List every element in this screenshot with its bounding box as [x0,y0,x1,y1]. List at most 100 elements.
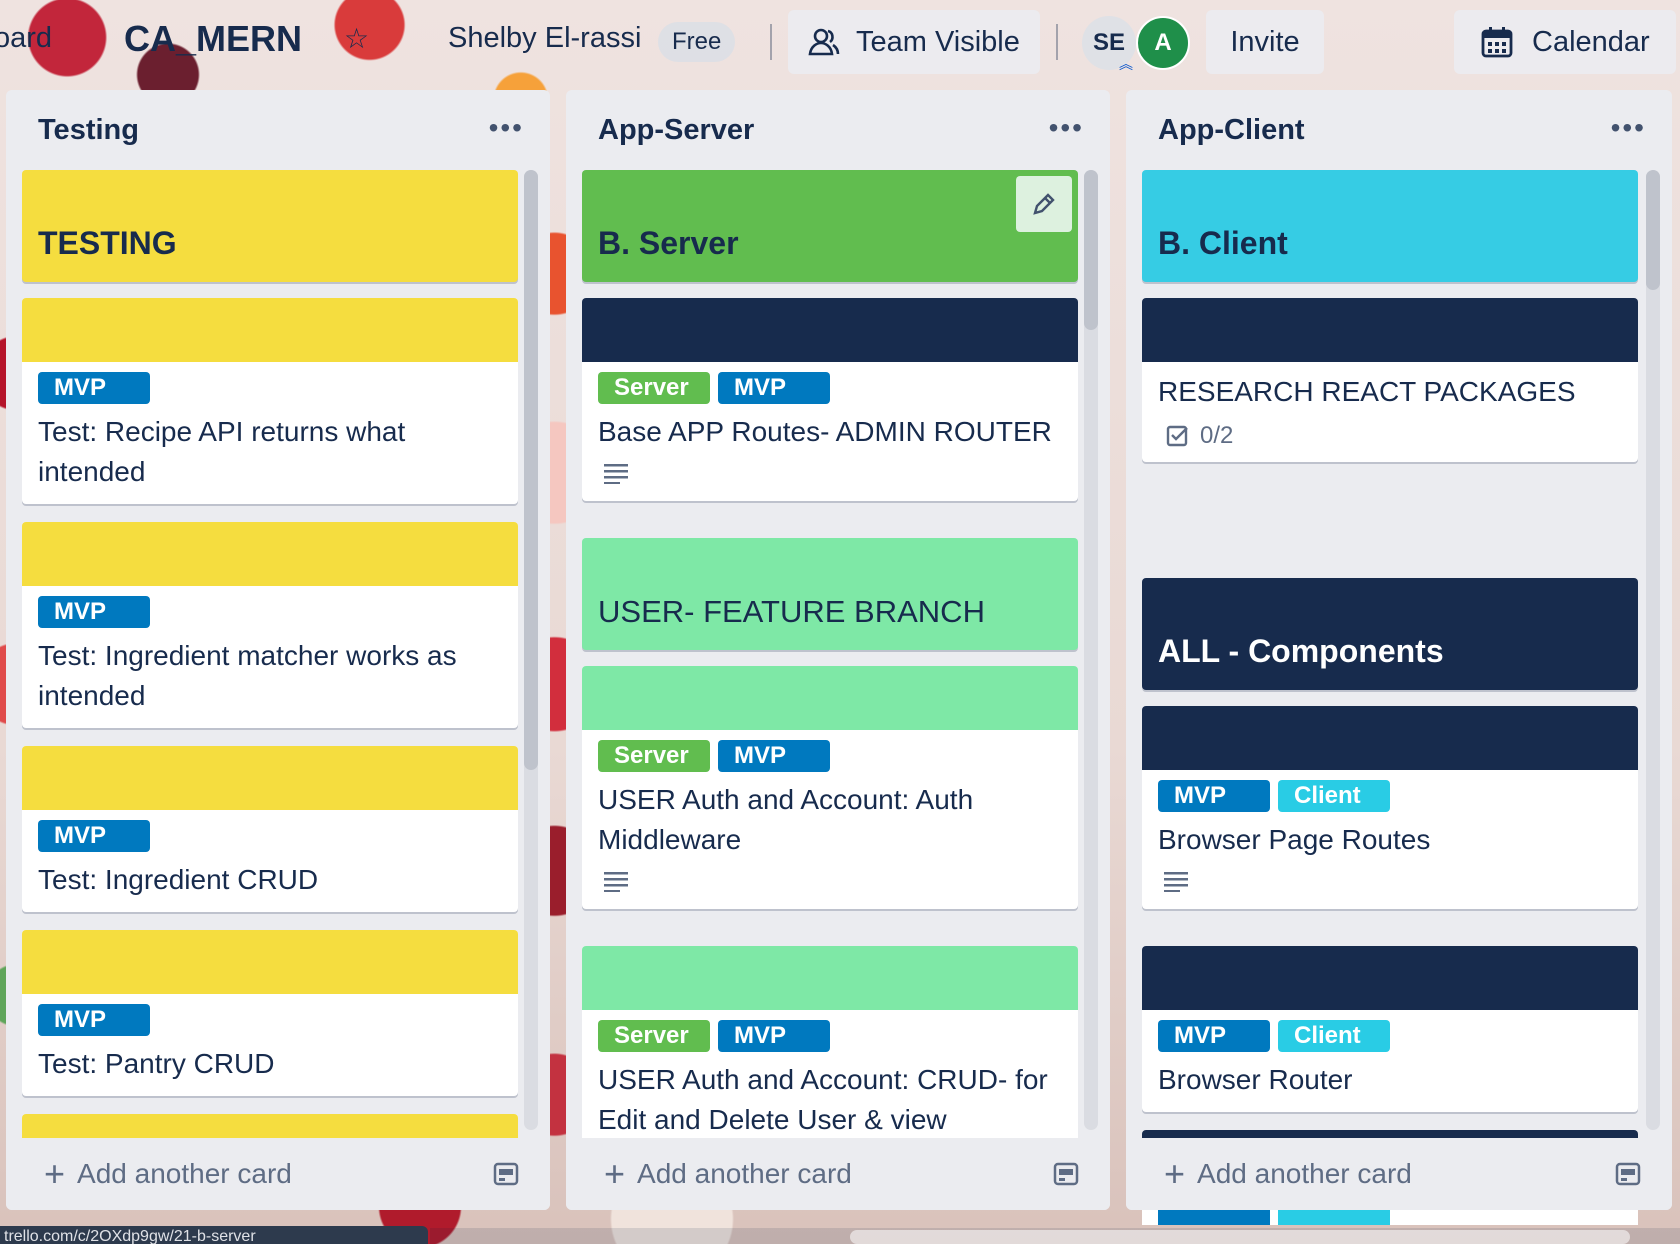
header-divider [1056,24,1058,60]
card-cover [22,930,518,994]
card-title: Test: Recipe API returns what intended [38,416,406,487]
star-icon[interactable]: ☆ [344,22,369,55]
card[interactable]: MVP Test: Pantry CRUD [22,930,518,1096]
label-mvp[interactable]: MVP [38,372,150,404]
team-visible-icon [808,28,840,56]
cover-card-testing[interactable]: TESTING [22,170,518,282]
cover-card-user-feature-branch[interactable]: USER- FEATURE BRANCH [582,538,1078,650]
card-title: Test: Ingredient matcher works as intend… [38,640,457,711]
calendar-button[interactable]: Calendar [1454,10,1676,74]
card[interactable]: Server MVP USER Auth and Account: CRUD- … [582,946,1078,1152]
card-cover [22,298,518,362]
card-list: B. Client RESEARCH REACT PACKAGES 0/2 AL… [1142,170,1638,1225]
add-card-label: Add another card [1197,1158,1412,1189]
board-horizontal-scroll-thumb[interactable] [850,1230,1630,1244]
card-template-icon[interactable] [1052,1160,1080,1188]
description-icon [604,872,628,892]
cover-card-all-components[interactable]: ALL - Components [1142,578,1638,690]
card[interactable]: MVP Test: Ingredient matcher works as in… [22,522,518,728]
cover-card-title: B. Server [598,225,739,261]
add-card-button[interactable]: + Add another card [6,1138,550,1210]
card-cover [1142,706,1638,770]
card[interactable]: Server MVP USER Auth and Account: Auth M… [582,666,1078,909]
add-card-button[interactable]: + Add another card [566,1138,1110,1210]
label-client[interactable]: Client [1278,780,1390,812]
card-cover [582,298,1078,362]
card[interactable]: Server MVP Base APP Routes- ADMIN ROUTER [582,298,1078,501]
label-mvp[interactable]: MVP [38,596,150,628]
label-mvp[interactable]: MVP [718,1020,830,1052]
list-scrollbar[interactable] [1646,170,1660,1130]
edit-pencil-icon [1033,193,1055,215]
card[interactable]: MVP Test: Ingredient CRUD [22,746,518,912]
add-card-button[interactable]: + Add another card [1126,1138,1672,1210]
card-title: Test: Ingredient CRUD [38,864,319,895]
list-app-server: App-Server ••• B. Server Server MVP Base… [566,90,1110,1210]
card-title: USER Auth and Account: Auth Middleware [598,784,974,855]
label-client[interactable]: Client [1278,1020,1390,1052]
header-divider [770,24,772,60]
workspace-name[interactable]: Shelby El-rassi [448,22,641,55]
label-mvp[interactable]: MVP [38,820,150,852]
card-title: USER Auth and Account: CRUD- for Edit an… [598,1064,1048,1135]
list-scrollbar-thumb[interactable] [1646,170,1660,290]
list-title[interactable]: App-Server [566,90,1110,170]
card-title: Test: Pantry CRUD [38,1048,275,1079]
card-title: RESEARCH REACT PACKAGES [1158,376,1576,407]
board-title[interactable]: CA_MERN [124,18,302,60]
plus-icon: + [44,1153,66,1194]
add-card-label: Add another card [77,1158,292,1189]
plan-badge[interactable]: Free [658,22,736,62]
card-cover [22,522,518,586]
status-url: trello.com/c/2OXdp9gw/21-b-server [0,1226,428,1244]
label-mvp[interactable]: MVP [1158,1020,1270,1052]
list-scrollbar-thumb[interactable] [524,170,538,770]
card-cover [582,946,1078,1010]
list-menu-icon[interactable]: ••• [1049,112,1084,144]
label-mvp[interactable]: MVP [718,740,830,772]
list-title[interactable]: Testing [6,90,550,170]
list-menu-icon[interactable]: ••• [1611,112,1646,144]
member-avatar-a[interactable]: A [1136,16,1190,70]
checklist-count: 0/2 [1200,422,1234,449]
list-menu-icon[interactable]: ••• [489,112,524,144]
label-server[interactable]: Server [598,372,710,404]
label-mvp[interactable]: MVP [718,372,830,404]
card-template-icon[interactable] [492,1160,520,1188]
visibility-button[interactable]: Team Visible [788,10,1040,74]
card[interactable]: MVP Test: Recipe API returns what intend… [22,298,518,504]
checklist-icon [1166,425,1188,447]
card-list: TESTING MVP Test: Recipe API returns wha… [22,170,518,1225]
checklist-badge: 0/2 [1166,422,1622,450]
card-template-icon[interactable] [1614,1160,1642,1188]
label-server[interactable]: Server [598,740,710,772]
description-icon [1164,872,1188,892]
plus-icon: + [604,1153,626,1194]
card-cover [582,666,1078,730]
list-scrollbar-thumb[interactable] [1084,170,1098,330]
board-header: oard CA_MERN ☆ Shelby El-rassi Free Team… [0,0,1680,86]
edit-card-button[interactable] [1016,176,1072,232]
list-app-client: App-Client ••• B. Client RESEARCH REACT … [1126,90,1672,1225]
list-title[interactable]: App-Client [1126,90,1672,170]
card-cover [22,746,518,810]
card[interactable]: MVP Client Browser Router [1142,946,1638,1112]
cover-card-b-client[interactable]: B. Client [1142,170,1638,282]
calendar-label: Calendar [1532,25,1650,58]
add-card-label: Add another card [637,1158,852,1189]
card-list: B. Server Server MVP Base APP Routes- AD… [582,170,1078,1225]
card[interactable]: RESEARCH REACT PACKAGES 0/2 [1142,298,1638,462]
description-icon [604,464,628,484]
card-cover [1142,946,1638,1010]
invite-button[interactable]: Invite [1206,10,1324,74]
board-breadcrumb[interactable]: oard [0,22,52,55]
label-mvp[interactable]: MVP [38,1004,150,1036]
plus-icon: + [1164,1153,1186,1194]
label-server[interactable]: Server [598,1020,710,1052]
admin-chevron-icon: ︽ [1119,56,1133,72]
label-mvp[interactable]: MVP [1158,780,1270,812]
cover-card-b-server[interactable]: B. Server [582,170,1078,282]
card[interactable]: MVP Client Browser Page Routes [1142,706,1638,909]
list-testing: Testing ••• TESTING MVP Test: Recipe API… [6,90,550,1210]
card-title: Browser Router [1158,1064,1353,1095]
